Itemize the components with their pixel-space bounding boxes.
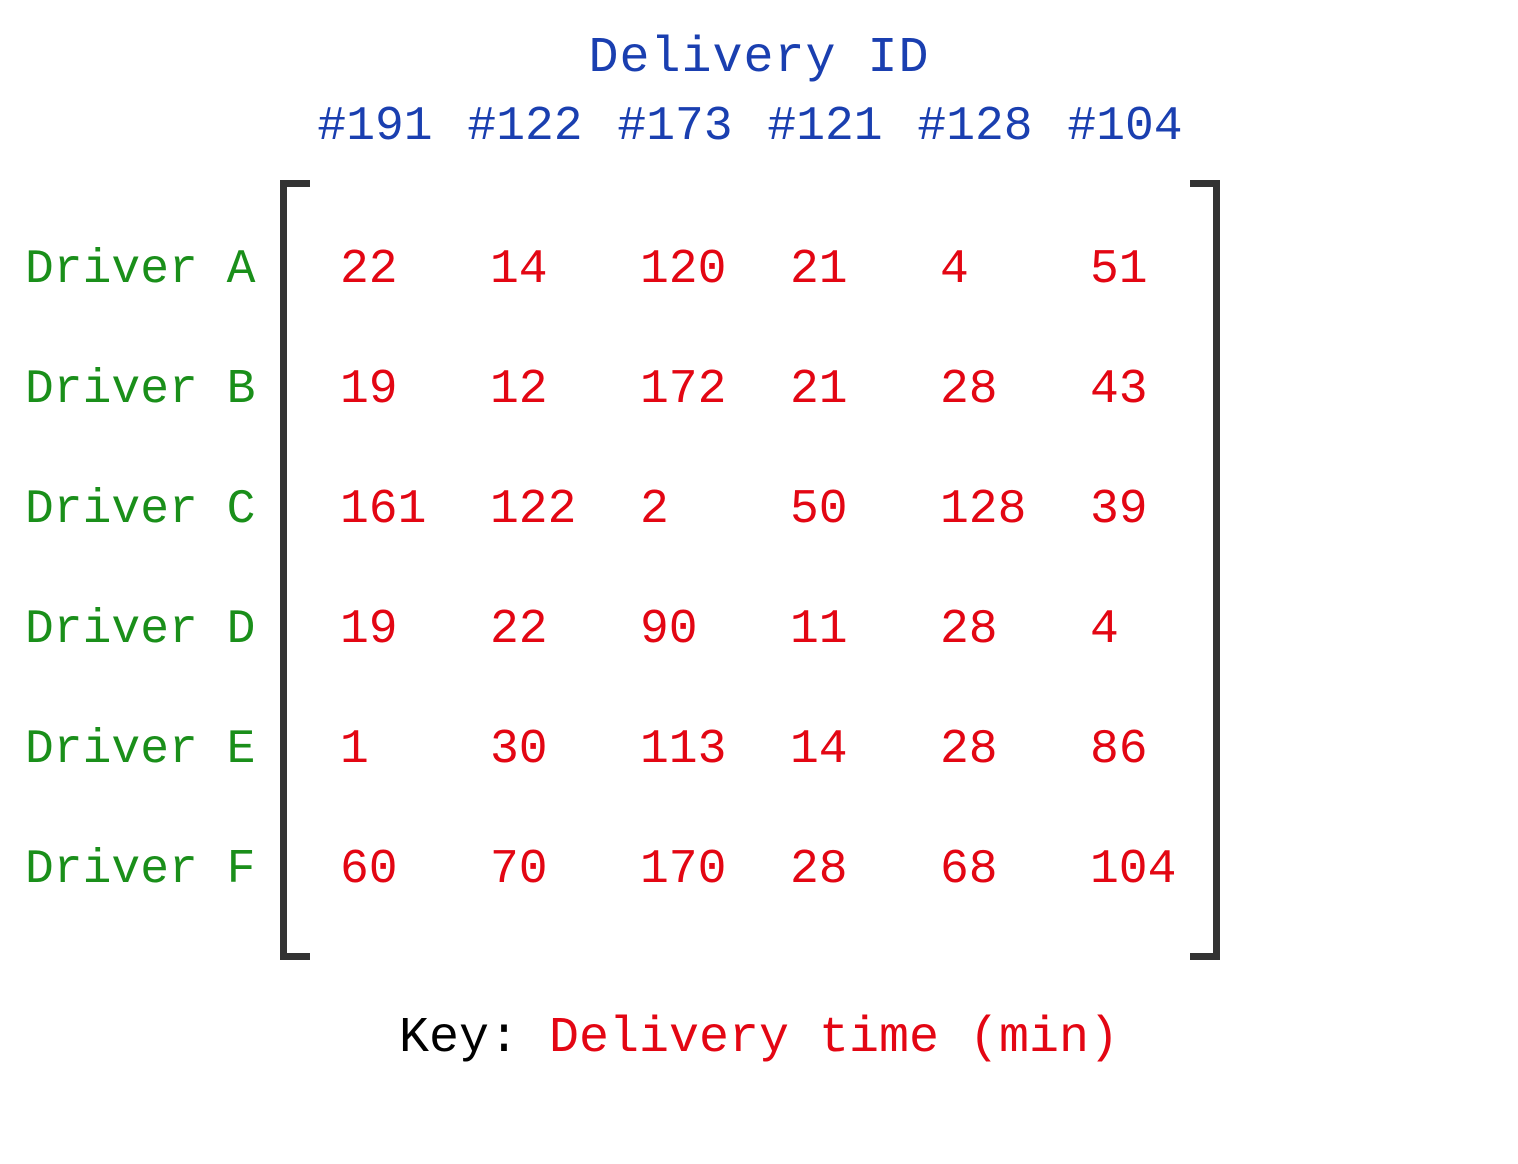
matrix-cell: 161 [300, 483, 450, 537]
matrix-cell: 60 [300, 843, 450, 897]
table-row: 161 122 2 50 128 39 [300, 450, 1200, 570]
matrix-cell: 70 [450, 843, 600, 897]
matrix-cell: 2 [600, 483, 750, 537]
matrix-cell: 86 [1050, 723, 1200, 777]
matrix-cell: 28 [750, 843, 900, 897]
column-header: #191 [300, 100, 450, 154]
matrix-body: 22 14 120 21 4 51 19 12 172 21 28 43 161… [300, 210, 1200, 930]
matrix-cell: 120 [600, 243, 750, 297]
matrix-cell: 1 [300, 723, 450, 777]
column-header: #121 [750, 100, 900, 154]
matrix-cell: 68 [900, 843, 1050, 897]
row-label: Driver E [25, 690, 280, 810]
matrix-cell: 170 [600, 843, 750, 897]
matrix-cell: 19 [300, 363, 450, 417]
column-header: #122 [450, 100, 600, 154]
matrix-cell: 113 [600, 723, 750, 777]
table-row: 60 70 170 28 68 104 [300, 810, 1200, 930]
column-header: #104 [1050, 100, 1200, 154]
matrix-cell: 28 [900, 603, 1050, 657]
matrix-cell: 19 [300, 603, 450, 657]
column-headers: #191 #122 #173 #121 #128 #104 [300, 100, 1200, 154]
matrix-cell: 22 [300, 243, 450, 297]
table-row: 1 30 113 14 28 86 [300, 690, 1200, 810]
matrix-cell: 50 [750, 483, 900, 537]
row-label: Driver B [25, 330, 280, 450]
matrix-cell: 11 [750, 603, 900, 657]
column-header: #128 [900, 100, 1050, 154]
matrix-cell: 30 [450, 723, 600, 777]
row-label: Driver D [25, 570, 280, 690]
matrix-cell: 22 [450, 603, 600, 657]
matrix-cell: 28 [900, 723, 1050, 777]
matrix-cell: 172 [600, 363, 750, 417]
matrix: 22 14 120 21 4 51 19 12 172 21 28 43 161… [300, 180, 1200, 960]
matrix-cell: 122 [450, 483, 600, 537]
legend-value-label: Delivery time (min) [549, 1010, 1119, 1067]
legend: Key: Delivery time (min) [0, 1010, 1518, 1067]
column-header: #173 [600, 100, 750, 154]
row-label: Driver C [25, 450, 280, 570]
matrix-cell: 128 [900, 483, 1050, 537]
matrix-cell: 51 [1050, 243, 1200, 297]
matrix-cell: 28 [900, 363, 1050, 417]
matrix-figure: Delivery ID #191 #122 #173 #121 #128 #10… [0, 0, 1518, 1164]
matrix-cell: 14 [450, 243, 600, 297]
matrix-cell: 14 [750, 723, 900, 777]
matrix-cell: 21 [750, 363, 900, 417]
matrix-cell: 21 [750, 243, 900, 297]
table-row: 19 12 172 21 28 43 [300, 330, 1200, 450]
column-axis-title: Delivery ID [0, 30, 1518, 87]
row-label: Driver A [25, 210, 280, 330]
matrix-cell: 43 [1050, 363, 1200, 417]
matrix-cell: 90 [600, 603, 750, 657]
row-labels: Driver A Driver B Driver C Driver D Driv… [25, 210, 280, 930]
matrix-cell: 4 [1050, 603, 1200, 657]
table-row: 22 14 120 21 4 51 [300, 210, 1200, 330]
legend-key-label: Key: [399, 1010, 549, 1067]
row-label: Driver F [25, 810, 280, 930]
matrix-cell: 39 [1050, 483, 1200, 537]
matrix-cell: 4 [900, 243, 1050, 297]
matrix-cell: 104 [1050, 843, 1200, 897]
table-row: 19 22 90 11 28 4 [300, 570, 1200, 690]
matrix-cell: 12 [450, 363, 600, 417]
